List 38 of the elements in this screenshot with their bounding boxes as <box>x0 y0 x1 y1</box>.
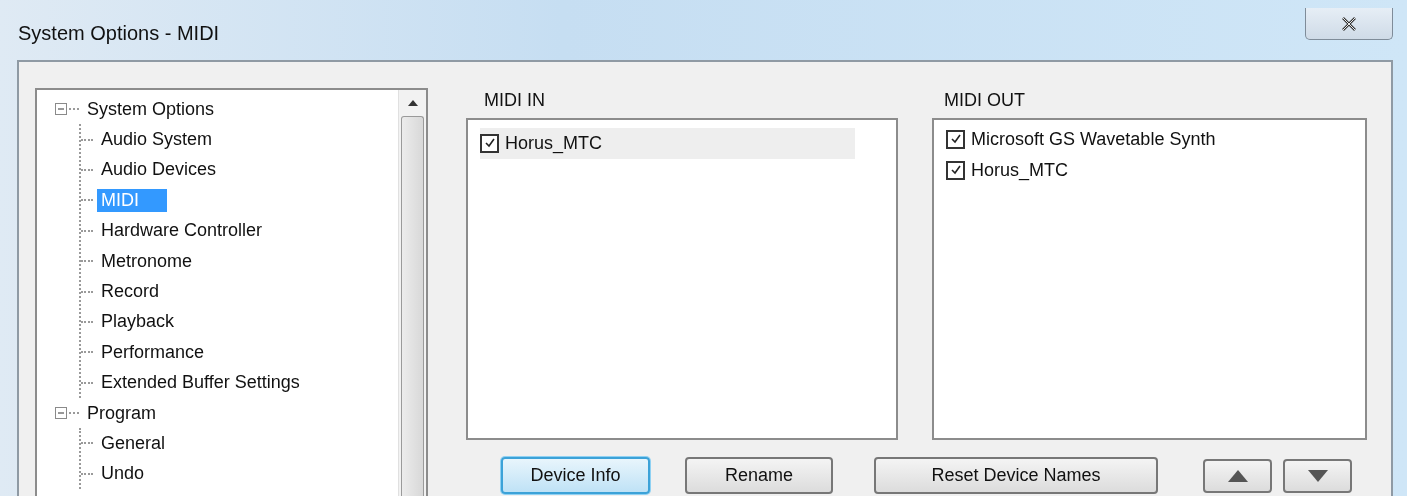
scrollbar-thumb[interactable] <box>401 116 424 496</box>
checkmark-icon <box>483 137 496 149</box>
tree-item[interactable]: Record <box>97 280 164 304</box>
tree-item[interactable]: Audio System <box>97 128 217 152</box>
tree-item[interactable]: General <box>97 432 170 455</box>
dialog-button[interactable]: Device Info <box>501 457 650 494</box>
move-down-button[interactable] <box>1283 458 1352 493</box>
checkmark-icon <box>949 133 962 145</box>
move-up-button[interactable] <box>1203 458 1272 493</box>
device-item[interactable]: Microsoft GS Wavetable Synth <box>946 124 1321 155</box>
checkbox[interactable] <box>946 160 965 180</box>
dialog-button[interactable]: Rename <box>685 457 833 494</box>
scrollbar[interactable] <box>398 90 426 496</box>
list-label: MIDI IN <box>484 90 546 112</box>
collapse-icon[interactable] <box>55 103 67 116</box>
list-label: MIDI OUT <box>944 90 1026 112</box>
scroll-up-icon[interactable] <box>407 100 418 106</box>
device-item[interactable]: Horus_MTC <box>946 155 1321 186</box>
tree-item[interactable]: Audio Devices <box>97 158 221 182</box>
tree-item[interactable]: Playback <box>97 310 179 334</box>
down-triangle-icon <box>1307 469 1328 482</box>
tree-item[interactable]: Metronome <box>97 249 197 273</box>
tree-item[interactable]: Undo <box>97 462 149 486</box>
checkbox[interactable] <box>480 133 499 153</box>
tree-item[interactable]: System Options <box>83 97 219 121</box>
collapse-icon[interactable] <box>55 407 67 420</box>
window-title: System Options - MIDI <box>18 22 220 45</box>
tree-item[interactable]: Hardware Controller <box>97 219 267 243</box>
checkmark-icon <box>949 164 962 176</box>
tree-item[interactable]: Extended Buffer Settings <box>97 371 304 395</box>
checkbox[interactable] <box>946 129 965 149</box>
tree-item[interactable]: Program <box>83 401 161 425</box>
dialog-button[interactable]: Reset Device Names <box>874 457 1158 494</box>
close-icon <box>1341 16 1357 31</box>
close-button[interactable] <box>1305 8 1393 40</box>
up-triangle-icon <box>1227 469 1248 482</box>
device-item[interactable]: Horus_MTC <box>480 128 855 159</box>
tree-item[interactable]: Performance <box>97 340 209 364</box>
